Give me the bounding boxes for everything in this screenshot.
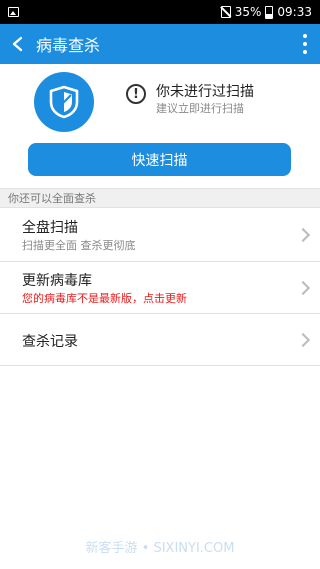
watermark: 新客手游 • SIXINYI.COM: [85, 541, 235, 556]
battery-percent: 35%: [234, 5, 262, 19]
chevron-right-icon: [295, 280, 311, 296]
warning-title: 你未进行过扫描: [156, 84, 254, 100]
list-item-scan-history[interactable]: 查杀记录: [0, 314, 320, 366]
exclamation-circle-icon: !: [126, 84, 146, 104]
page-title: 病毒查杀: [36, 36, 101, 55]
back-arrow-icon: [12, 36, 23, 52]
section-header: 你还可以全面查杀: [0, 188, 320, 208]
chevron-right-icon: [295, 332, 311, 348]
shield-badge: [34, 72, 94, 132]
clock: 09:33: [277, 5, 312, 19]
list-item-label: 全盘扫描: [22, 220, 78, 236]
more-menu-button[interactable]: [290, 24, 320, 64]
list-item-sub: 扫描更全面 查杀更彻底: [22, 239, 136, 252]
back-button[interactable]: [0, 24, 36, 64]
more-dot: [303, 50, 307, 54]
warning-subtitle: 建议立即进行扫描: [156, 102, 244, 115]
more-dot: [303, 42, 307, 46]
status-right: 35% 09:33: [220, 5, 312, 19]
more-vertical-icon: [303, 34, 307, 38]
image-icon: [8, 7, 19, 17]
list-item-full-scan[interactable]: 全盘扫描 扫描更全面 查杀更彻底: [0, 208, 320, 262]
list-item-update-virus-db[interactable]: 更新病毒库 您的病毒库不是最新版，点击更新: [0, 262, 320, 314]
status-bar: 35% 09:33: [0, 0, 320, 24]
list-item-label: 查杀记录: [22, 334, 78, 350]
chevron-right-icon: [295, 227, 311, 243]
list-item-label: 更新病毒库: [22, 273, 92, 289]
app-bar: 病毒查杀: [0, 24, 320, 64]
battery-icon: [265, 5, 274, 19]
list-item-sub-alert: 您的病毒库不是最新版，点击更新: [22, 292, 187, 305]
sim-off-icon: [220, 6, 231, 18]
shield-icon: [49, 85, 79, 119]
quick-scan-button[interactable]: 快速扫描: [28, 143, 291, 176]
